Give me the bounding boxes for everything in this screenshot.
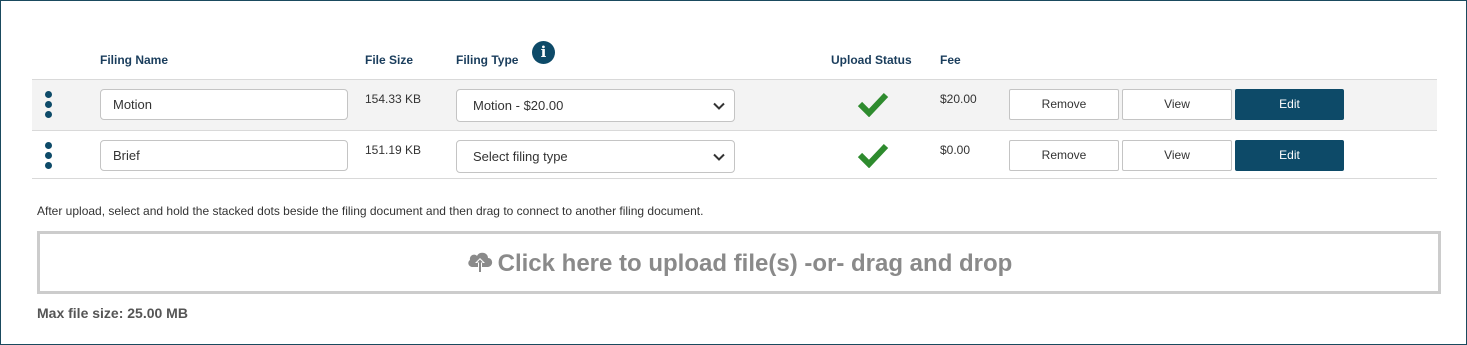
header-fee: Fee (940, 53, 961, 67)
cloud-upload-icon (467, 252, 492, 272)
edit-button[interactable]: Edit (1235, 89, 1344, 120)
filing-type-value: Motion - $20.00 (473, 98, 564, 113)
filing-type-select[interactable]: Motion - $20.00 (456, 89, 735, 122)
file-size: 151.19 KB (365, 143, 422, 157)
drag-handle-icon[interactable] (45, 142, 53, 172)
filing-row: 154.33 KB Motion - $20.00 $20.00 Remove … (32, 79, 1437, 130)
header-upload-status: Upload Status (831, 53, 912, 67)
checkmark-icon (857, 92, 889, 117)
filing-upload-panel: Filing Name File Size Filing Type i Uplo… (0, 0, 1467, 345)
upload-dropzone[interactable]: Click here to upload file(s) -or- drag a… (37, 231, 1441, 294)
filing-name-input[interactable] (100, 140, 348, 171)
max-file-size: Max file size: 25.00 MB (37, 305, 188, 321)
checkmark-icon (857, 143, 889, 168)
drag-handle-icon[interactable] (45, 91, 53, 121)
chevron-down-icon (713, 153, 725, 161)
fee-amount: $0.00 (940, 143, 971, 157)
remove-button[interactable]: Remove (1009, 140, 1119, 171)
fee-amount: $20.00 (940, 92, 977, 106)
header-file-size: File Size (365, 53, 414, 67)
chevron-down-icon (713, 102, 725, 110)
view-button[interactable]: View (1122, 140, 1232, 171)
drag-hint-text: After upload, select and hold the stacke… (37, 204, 704, 218)
filing-name-input[interactable] (100, 89, 348, 120)
view-button[interactable]: View (1122, 89, 1232, 120)
info-icon[interactable]: i (532, 41, 555, 64)
filing-type-value: Select filing type (473, 149, 568, 164)
header-filing-name: Filing Name (100, 53, 169, 67)
filing-row: 151.19 KB Select filing type $0.00 Remov… (32, 130, 1437, 179)
header-filing-type: Filing Type (456, 53, 519, 67)
filing-type-select[interactable]: Select filing type (456, 140, 735, 173)
file-size: 154.33 KB (365, 92, 422, 106)
edit-button[interactable]: Edit (1235, 140, 1344, 171)
upload-prompt: Click here to upload file(s) -or- drag a… (40, 249, 1438, 278)
upload-label: Click here to upload file(s) -or- drag a… (497, 250, 1013, 277)
remove-button[interactable]: Remove (1009, 89, 1119, 120)
